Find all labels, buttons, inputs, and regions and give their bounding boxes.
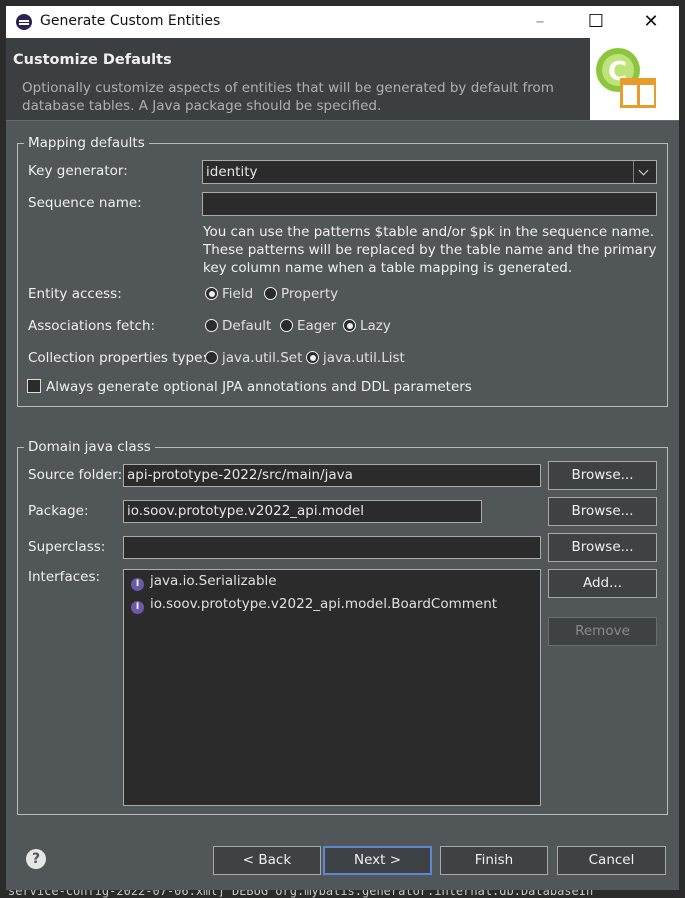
- window-title: Generate Custom Entities: [40, 13, 221, 29]
- key-generator-label: Key generator:: [28, 163, 128, 179]
- sequence-name-input[interactable]: [202, 192, 657, 216]
- entity-access-field-radio[interactable]: Field: [205, 286, 253, 302]
- maximize-button[interactable]: ☐: [573, 6, 619, 38]
- entity-access-label: Entity access:: [28, 286, 122, 302]
- browse-package-button[interactable]: Browse...: [548, 497, 657, 526]
- radio-selected-icon: [205, 287, 218, 300]
- entity-access-property-radio[interactable]: Property: [264, 286, 338, 302]
- sequence-name-label: Sequence name:: [28, 195, 142, 211]
- eclipse-icon: [16, 14, 32, 30]
- key-generator-value: identity: [206, 164, 258, 180]
- remove-interface-button[interactable]: Remove: [548, 617, 657, 646]
- source-folder-input[interactable]: api-prototype-2022/src/main/java: [123, 464, 541, 487]
- browse-source-button[interactable]: Browse...: [548, 461, 657, 490]
- title-bar: Generate Custom Entities – ☐ ✕: [6, 6, 679, 38]
- fetch-eager-radio[interactable]: Eager: [280, 318, 336, 334]
- fetch-lazy-radio[interactable]: Lazy: [343, 318, 391, 334]
- interface-icon: I: [131, 601, 144, 614]
- wizard-logo-icon: C: [590, 38, 679, 120]
- always-generate-checkbox[interactable]: Always generate optional JPA annotations…: [27, 379, 472, 395]
- radio-icon: [280, 319, 293, 332]
- list-item[interactable]: Ijava.io.Serializable: [131, 573, 277, 591]
- radio-icon: [205, 351, 218, 364]
- source-folder-label: Source folder:: [28, 467, 123, 483]
- superclass-label: Superclass:: [28, 539, 106, 555]
- chevron-down-icon[interactable]: [633, 161, 656, 183]
- back-button[interactable]: < Back: [213, 846, 321, 875]
- interface-icon: I: [131, 578, 144, 591]
- radio-icon: [205, 319, 218, 332]
- header-banner: Customize Defaults Optionally customize …: [6, 38, 679, 120]
- radio-icon: [264, 287, 277, 300]
- interfaces-list[interactable]: Ijava.io.Serializable Iio.soov.prototype…: [123, 569, 541, 806]
- banner-description: Optionally customize aspects of entities…: [22, 80, 554, 114]
- background-console: service-config-2022-07-06.xml] DEBUG org…: [0, 890, 685, 898]
- minimize-button[interactable]: –: [517, 6, 563, 38]
- help-icon[interactable]: ?: [26, 849, 46, 869]
- cancel-button[interactable]: Cancel: [557, 846, 666, 875]
- add-interface-button[interactable]: Add...: [548, 569, 657, 598]
- fetch-default-radio[interactable]: Default: [205, 318, 271, 334]
- package-input[interactable]: io.soov.prototype.v2022_api.model: [123, 500, 482, 523]
- sequence-help-text: You can use the patterns $table and/or $…: [203, 224, 657, 276]
- close-button[interactable]: ✕: [628, 6, 674, 38]
- collection-type-label: Collection properties type:: [28, 350, 207, 366]
- associations-fetch-label: Associations fetch:: [28, 318, 156, 334]
- dialog-body: Mapping defaults Key generator: identity…: [6, 120, 679, 829]
- finish-button[interactable]: Finish: [440, 846, 548, 875]
- key-generator-combo[interactable]: identity: [202, 160, 657, 184]
- browse-superclass-button[interactable]: Browse...: [548, 533, 657, 562]
- collection-set-radio[interactable]: java.util.Set: [205, 350, 302, 366]
- collection-list-radio[interactable]: java.util.List: [306, 350, 405, 366]
- superclass-input[interactable]: [123, 536, 541, 559]
- radio-selected-icon: [343, 319, 356, 332]
- interfaces-label: Interfaces:: [28, 569, 101, 585]
- console-line: service-config-2022-07-06.xml] DEBUG org…: [8, 890, 594, 898]
- next-button[interactable]: Next >: [323, 846, 432, 875]
- package-label: Package:: [28, 503, 89, 519]
- banner-title: Customize Defaults: [13, 52, 172, 68]
- mapping-defaults-legend: Mapping defaults: [28, 135, 145, 151]
- domain-class-legend: Domain java class: [28, 439, 151, 455]
- radio-selected-icon: [306, 351, 319, 364]
- dialog-footer: ? < Back Next > Finish Cancel: [6, 828, 679, 890]
- checkbox-icon: [27, 379, 41, 393]
- list-item[interactable]: Iio.soov.prototype.v2022_api.model.Board…: [131, 596, 497, 614]
